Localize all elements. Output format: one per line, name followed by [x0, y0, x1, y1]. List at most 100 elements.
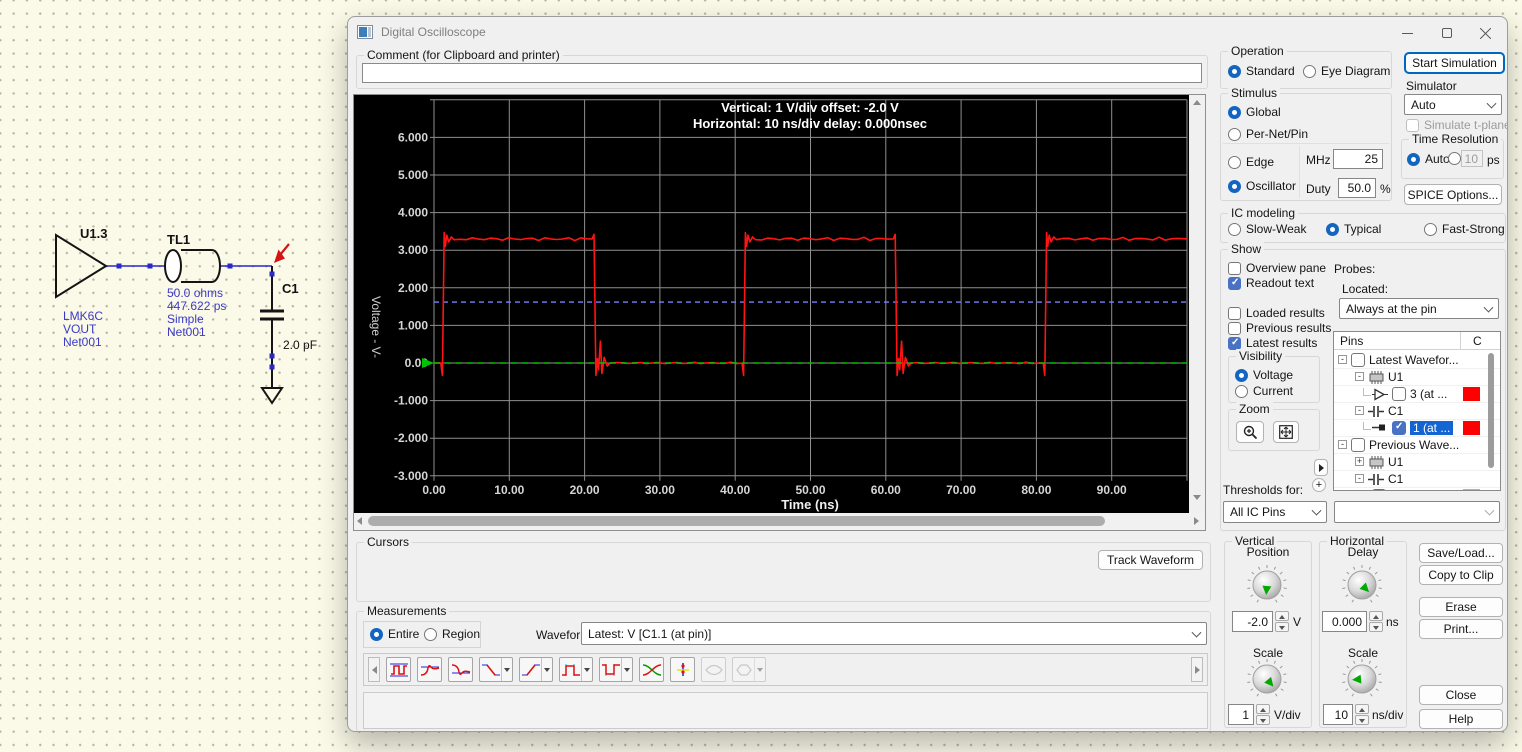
pins-tree-row[interactable]: 1 (at ... — [1334, 420, 1500, 437]
radio-oscillator[interactable]: Oscillator — [1228, 179, 1296, 193]
horizontal-scale-field[interactable]: 10 — [1323, 704, 1353, 725]
scroll-right-icon[interactable] — [1194, 517, 1199, 525]
dropdown-arrow-icon[interactable] — [541, 658, 551, 681]
tree-expander[interactable]: - — [1355, 474, 1364, 483]
previous-results-checkbox[interactable]: Previous results — [1228, 321, 1331, 335]
radio-eye-diagram[interactable]: Eye Diagram — [1303, 64, 1390, 78]
vertical-position-spinner[interactable] — [1275, 611, 1289, 632]
plot-horizontal-scrollbar[interactable] — [354, 513, 1205, 530]
tree-checkbox[interactable] — [1372, 489, 1386, 491]
readout-text-checkbox[interactable]: Readout text — [1228, 276, 1314, 290]
radio-entire[interactable]: Entire — [370, 627, 419, 641]
start-simulation-button[interactable]: Start Simulation — [1404, 52, 1505, 74]
trace-color-swatch[interactable] — [1463, 489, 1480, 491]
dropdown-arrow-icon[interactable] — [621, 658, 631, 681]
measure-crossing-button[interactable] — [639, 657, 664, 682]
time-resolution-field[interactable]: 10 — [1461, 150, 1483, 167]
copy-to-clip-button[interactable]: Copy to Clip — [1419, 565, 1503, 585]
measure-undershoot-button[interactable] — [448, 657, 473, 682]
tree-expander[interactable]: - — [1338, 355, 1347, 364]
maximize-button[interactable] — [1432, 22, 1462, 44]
radio-per-net-pin[interactable]: Per-Net/Pin — [1228, 127, 1308, 141]
spice-options-button[interactable]: SPICE Options... — [1404, 184, 1502, 205]
radio-region[interactable]: Region — [424, 627, 480, 641]
measure-pulse-low-button[interactable] — [599, 657, 633, 682]
title-bar[interactable]: Digital Oscilloscope — [348, 17, 1507, 47]
tree-checkbox[interactable] — [1392, 421, 1406, 435]
measure-fall-time-button[interactable] — [479, 657, 513, 682]
toolbar-scroll-left-button[interactable] — [368, 657, 380, 682]
measure-overshoot-button[interactable] — [417, 657, 442, 682]
dropdown-arrow-icon[interactable] — [581, 658, 591, 681]
radio-typical[interactable]: Typical — [1326, 222, 1381, 236]
vertical-position-field[interactable]: -2.0 — [1232, 611, 1273, 632]
help-button[interactable]: Help — [1419, 709, 1503, 729]
radio-time-manual[interactable] — [1448, 152, 1461, 165]
thresholds-select[interactable]: All IC Pins — [1223, 501, 1327, 523]
trace-color-swatch[interactable] — [1463, 387, 1480, 401]
zoom-in-button[interactable] — [1236, 421, 1264, 443]
simulator-select[interactable]: Auto — [1404, 94, 1502, 115]
measure-eye-button[interactable] — [701, 657, 726, 682]
overview-pane-checkbox[interactable]: Overview pane — [1228, 261, 1326, 275]
comment-input[interactable] — [362, 63, 1202, 83]
zoom-fit-button[interactable] — [1273, 421, 1299, 443]
radio-slow-weak[interactable]: Slow-Weak — [1228, 222, 1306, 236]
measure-mask-button[interactable] — [732, 657, 766, 682]
save-load-button[interactable]: Save/Load... — [1419, 543, 1503, 563]
close-dialog-button[interactable]: Close — [1419, 685, 1503, 705]
duty-field[interactable]: 50.0 — [1338, 178, 1376, 198]
tree-checkbox[interactable] — [1351, 353, 1365, 367]
tree-checkbox[interactable] — [1392, 387, 1406, 401]
pins-tree-row[interactable]: -C1 — [1334, 471, 1500, 488]
measure-rise-time-button[interactable] — [519, 657, 553, 682]
scroll-left-icon[interactable] — [357, 517, 362, 525]
radio-global[interactable]: Global — [1228, 105, 1281, 119]
radio-time-auto[interactable]: Auto — [1407, 152, 1450, 166]
measure-cursor-button[interactable] — [670, 657, 695, 682]
horizontal-delay-spinner[interactable] — [1369, 611, 1383, 632]
pins-tree[interactable]: Pins C -Latest Wavefor...-U13 (at ...-C1… — [1333, 331, 1501, 491]
tree-expander[interactable]: - — [1338, 440, 1347, 449]
minimize-button[interactable] — [1392, 22, 1422, 44]
radio-edge[interactable]: Edge — [1228, 155, 1274, 169]
scroll-down-icon[interactable] — [1193, 495, 1201, 500]
plot-area[interactable]: 6.0005.0004.0003.0002.0001.0000.00-1.000… — [354, 95, 1189, 513]
frequency-field[interactable]: 25 — [1333, 149, 1383, 169]
pins-tree-row[interactable] — [1334, 488, 1500, 491]
toolbar-scroll-right-button[interactable] — [1191, 657, 1203, 682]
horizontal-delay-field[interactable]: 0.000 — [1322, 611, 1367, 632]
plot-vertical-scrollbar[interactable] — [1189, 95, 1205, 513]
scrollbar-thumb[interactable] — [368, 516, 1105, 526]
pins-tree-row[interactable]: +U1 — [1334, 454, 1500, 471]
vertical-scale-spinner[interactable] — [1256, 704, 1270, 725]
pins-pane-arrow-button[interactable] — [1314, 459, 1328, 476]
dropdown-arrow-icon[interactable] — [754, 658, 764, 681]
vertical-position-knob[interactable] — [1245, 563, 1289, 607]
pins-tree-row[interactable]: 3 (at ... — [1334, 386, 1500, 403]
vertical-scale-knob[interactable] — [1245, 657, 1289, 701]
scroll-up-icon[interactable] — [1193, 100, 1201, 105]
radio-voltage[interactable]: Voltage — [1235, 368, 1293, 382]
tree-expander[interactable]: + — [1355, 457, 1364, 466]
tree-scrollbar[interactable] — [1488, 353, 1494, 468]
pins-tree-row[interactable]: -U1 — [1334, 369, 1500, 386]
vertical-scale-field[interactable]: 1 — [1228, 704, 1254, 725]
simulate-tplanes-checkbox[interactable]: Simulate t-planes — [1406, 118, 1508, 132]
pins-add-button[interactable]: + — [1312, 478, 1326, 492]
tree-expander[interactable]: - — [1355, 406, 1364, 415]
close-button[interactable] — [1470, 22, 1500, 44]
radio-current[interactable]: Current — [1235, 384, 1293, 398]
track-waveform-button[interactable]: Track Waveform — [1098, 550, 1203, 570]
loaded-results-checkbox[interactable]: Loaded results — [1228, 306, 1325, 320]
pins-tree-row[interactable]: -Latest Wavefor... — [1334, 352, 1500, 369]
latest-results-checkbox[interactable]: Latest results — [1228, 336, 1317, 350]
radio-standard[interactable]: Standard — [1228, 64, 1295, 78]
print-button[interactable]: Print... — [1419, 619, 1503, 639]
threshold-value-select[interactable] — [1334, 501, 1500, 523]
tree-expander[interactable]: - — [1355, 372, 1364, 381]
pins-tree-row[interactable]: -C1 — [1334, 403, 1500, 420]
waveform-select[interactable]: Latest: V [C1.1 (at pin)] — [581, 622, 1207, 645]
measure-frequency-button[interactable] — [386, 657, 411, 682]
erase-button[interactable]: Erase — [1419, 597, 1503, 617]
